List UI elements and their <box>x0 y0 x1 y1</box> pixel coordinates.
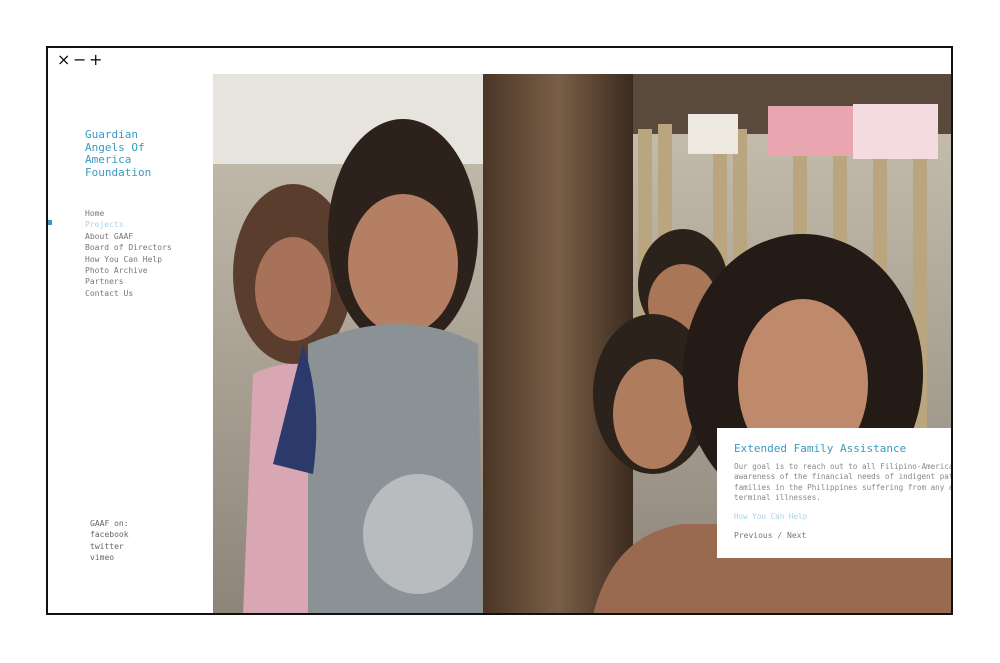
hero-photo: Extended Family Assistance Our goal is t… <box>213 74 951 613</box>
main-nav: Home Projects About GAAF Board of Direct… <box>85 208 172 299</box>
slide-description: Our goal is to reach out to all Filipino… <box>734 462 951 503</box>
social-heading: GAAF on: <box>90 519 129 528</box>
browser-window: × − + Guardian Angels Of America Foundat… <box>46 46 953 615</box>
nav-item-help[interactable]: How You Can Help <box>85 254 172 265</box>
site-title[interactable]: Guardian Angels Of America Foundation <box>85 128 205 179</box>
nav-item-projects[interactable]: Projects <box>85 219 172 230</box>
maximize-icon[interactable]: + <box>89 51 102 69</box>
slide-caption-card: Extended Family Assistance Our goal is t… <box>717 428 951 558</box>
close-icon[interactable]: × <box>57 51 70 69</box>
social-link-twitter[interactable]: twitter <box>90 541 129 552</box>
active-nav-marker <box>48 220 52 225</box>
social-link-facebook[interactable]: facebook <box>90 529 129 540</box>
page-viewport: Guardian Angels Of America Foundation Ho… <box>48 74 951 613</box>
nav-item-board[interactable]: Board of Directors <box>85 242 172 253</box>
sidebar: Guardian Angels Of America Foundation Ho… <box>48 74 213 613</box>
social-links: GAAF on: facebook twitter vimeo <box>90 518 129 564</box>
window-titlebar: × − + <box>48 48 951 76</box>
nav-item-contact[interactable]: Contact Us <box>85 288 172 299</box>
nav-item-photo-archive[interactable]: Photo Archive <box>85 265 172 276</box>
minimize-icon[interactable]: − <box>73 51 86 69</box>
pager-separator: / <box>777 530 783 540</box>
slide-pager: Previous / Next <box>734 531 951 540</box>
nav-item-home[interactable]: Home <box>85 208 172 219</box>
slide-cta-link[interactable]: How You Can Help <box>734 512 951 521</box>
next-link[interactable]: Next <box>787 531 806 540</box>
slide-title: Extended Family Assistance <box>734 442 907 455</box>
previous-link[interactable]: Previous <box>734 531 773 540</box>
social-link-vimeo[interactable]: vimeo <box>90 552 129 563</box>
nav-item-partners[interactable]: Partners <box>85 276 172 287</box>
nav-item-about[interactable]: About GAAF <box>85 231 172 242</box>
